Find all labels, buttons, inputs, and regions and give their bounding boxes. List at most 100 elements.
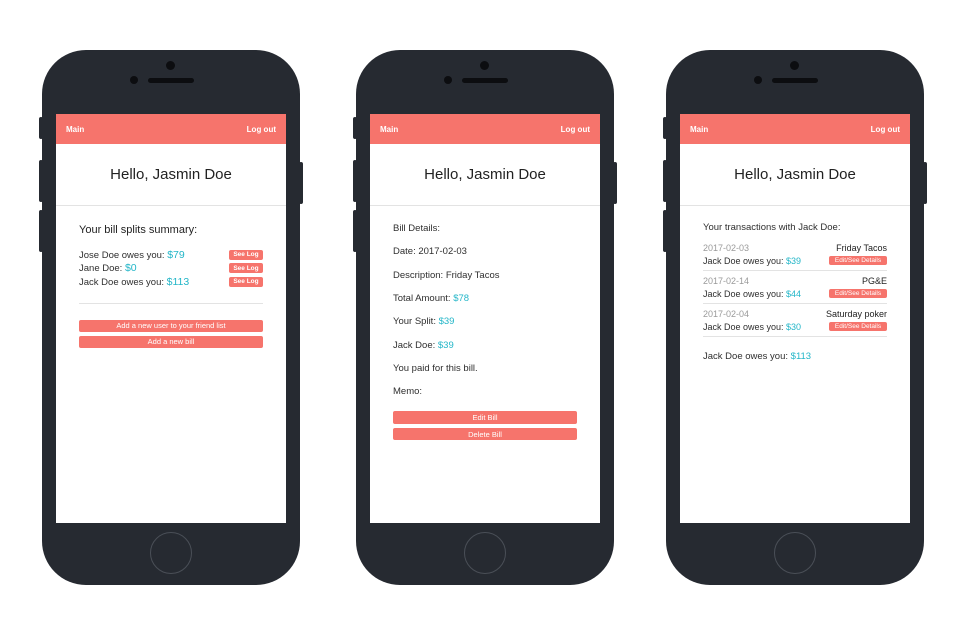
summary-row-label: Jack Doe owes you:: [79, 276, 167, 288]
bill-split-label: Your Split:: [393, 316, 436, 328]
mute-switch: [39, 117, 43, 139]
phone-bill-details: Main Log out Hello, Jasmin Doe Bill Deta…: [353, 50, 617, 585]
see-log-button[interactable]: See Log: [229, 249, 263, 260]
bill-split: Your Split: $39: [393, 310, 577, 333]
transaction-amount: $44: [786, 288, 802, 299]
greeting-heading: Hello, Jasmin Doe: [56, 144, 286, 206]
bill-memo-label: Memo:: [393, 386, 423, 398]
delete-bill-button[interactable]: Delete Bill: [393, 427, 577, 441]
summary-row-text: Jane Doe: $0: [79, 262, 137, 274]
power-button: [923, 162, 927, 204]
camera-icon: [480, 61, 489, 70]
summary-title: Your bill splits summary:: [79, 224, 198, 236]
transaction-owes: Jack Doe owes you: $30: [703, 322, 801, 332]
transaction-name: Saturday poker: [825, 309, 887, 319]
bill-total-value: $78: [453, 293, 470, 305]
summary-row: Jose Doe owes you: $79 See Log: [79, 248, 263, 262]
bill-split-value: $39: [438, 316, 455, 328]
camera-icon: [166, 61, 175, 70]
screen-bill-details: Main Log out Hello, Jasmin Doe Bill Deta…: [370, 114, 600, 523]
power-button: [613, 162, 617, 204]
nav-main-link[interactable]: Main: [380, 125, 398, 134]
volume-up-button: [39, 160, 43, 202]
navbar: Main Log out: [56, 114, 286, 144]
edit-see-details-button[interactable]: Edit/See Details: [829, 256, 887, 265]
bill-date: Date: 2017-02-03: [393, 240, 577, 263]
nav-logout-link[interactable]: Log out: [561, 125, 590, 134]
bill-date-value: 2017-02-03: [418, 246, 467, 258]
transaction-name: PG&E: [861, 276, 887, 286]
speaker-grille: [772, 78, 818, 83]
phone-transactions: Main Log out Hello, Jasmin Doe Your tran…: [663, 50, 927, 585]
volume-up-button: [663, 160, 667, 202]
bill-other-share: Jack Doe: $39: [393, 333, 577, 356]
nav-main-link[interactable]: Main: [690, 125, 708, 134]
volume-down-button: [39, 210, 43, 252]
transactions-title: Your transactions with Jack Doe:: [703, 222, 841, 233]
summary-row-text: Jose Doe owes you: $79: [79, 249, 185, 261]
transaction-owes: Jack Doe owes you: $44: [703, 289, 801, 299]
transaction-date: 2017-02-14: [703, 276, 750, 286]
home-button: [774, 532, 816, 574]
transaction-owes-label: Jack Doe owes you:: [703, 288, 787, 299]
see-log-button[interactable]: See Log: [229, 263, 263, 274]
see-log-button[interactable]: See Log: [229, 276, 263, 287]
sensor-icon: [444, 76, 452, 84]
transactions-total-label: Jack Doe owes you:: [703, 351, 791, 362]
summary-row-amount: $113: [166, 275, 190, 288]
bill-total: Total Amount: $78: [393, 287, 577, 310]
add-user-button[interactable]: Add a new user to your friend list: [79, 319, 263, 332]
bill-details-heading: Bill Details:: [393, 223, 440, 235]
bill-description-label: Description:: [393, 269, 444, 281]
transaction-item: 2017-02-04 Saturday poker Jack Doe owes …: [703, 308, 887, 337]
bill-description-value: Friday Tacos: [445, 269, 500, 281]
greeting-heading: Hello, Jasmin Doe: [370, 144, 600, 206]
home-button: [150, 532, 192, 574]
transaction-owes-label: Jack Doe owes you:: [703, 321, 787, 332]
nav-logout-link[interactable]: Log out: [871, 125, 900, 134]
transaction-date: 2017-02-03: [703, 243, 750, 253]
nav-main-link[interactable]: Main: [66, 125, 84, 134]
sensor-icon: [754, 76, 762, 84]
transaction-owes-label: Jack Doe owes you:: [703, 255, 787, 266]
bill-paid-text: You paid for this bill.: [393, 362, 478, 374]
edit-see-details-button[interactable]: Edit/See Details: [829, 289, 887, 298]
sensor-icon: [130, 76, 138, 84]
camera-icon: [790, 61, 799, 70]
summary-row-text: Jack Doe owes you: $113: [79, 276, 189, 288]
bill-other-value: $39: [437, 339, 454, 351]
screen-summary: Main Log out Hello, Jasmin Doe Your bill…: [56, 114, 286, 523]
summary-row-label: Jane Doe:: [79, 263, 125, 275]
volume-up-button: [353, 160, 357, 202]
transactions-total-amount: $113: [790, 351, 812, 362]
phone-summary: Main Log out Hello, Jasmin Doe Your bill…: [39, 50, 303, 585]
summary-row-amount: $79: [167, 248, 185, 261]
transaction-item: 2017-02-14 PG&E Jack Doe owes you: $44 E…: [703, 275, 887, 304]
divider: [79, 302, 263, 304]
screen-transactions: Main Log out Hello, Jasmin Doe Your tran…: [680, 114, 910, 523]
speaker-grille: [462, 78, 508, 83]
bill-description: Description: Friday Tacos: [393, 264, 577, 287]
transaction-name: Friday Tacos: [836, 243, 887, 253]
edit-bill-button[interactable]: Edit Bill: [393, 411, 577, 424]
nav-logout-link[interactable]: Log out: [247, 125, 276, 134]
volume-down-button: [353, 210, 357, 252]
summary-row: Jane Doe: $0 See Log: [79, 262, 263, 276]
volume-down-button: [663, 210, 667, 252]
transactions-total: Jack Doe owes you: $113: [703, 351, 887, 362]
power-button: [299, 162, 303, 204]
transaction-item: 2017-02-03 Friday Tacos Jack Doe owes yo…: [703, 242, 887, 271]
add-bill-button[interactable]: Add a new bill: [79, 335, 263, 348]
summary-row-amount: $0: [124, 262, 137, 275]
transaction-owes: Jack Doe owes you: $39: [703, 256, 801, 266]
home-button: [464, 532, 506, 574]
navbar: Main Log out: [680, 114, 910, 144]
mute-switch: [663, 117, 667, 139]
navbar: Main Log out: [370, 114, 600, 144]
greeting-heading: Hello, Jasmin Doe: [680, 144, 910, 206]
bill-date-label: Date:: [393, 246, 416, 258]
bill-total-label: Total Amount:: [393, 293, 451, 305]
edit-see-details-button[interactable]: Edit/See Details: [829, 322, 887, 331]
speaker-grille: [148, 78, 194, 83]
mute-switch: [353, 117, 357, 139]
